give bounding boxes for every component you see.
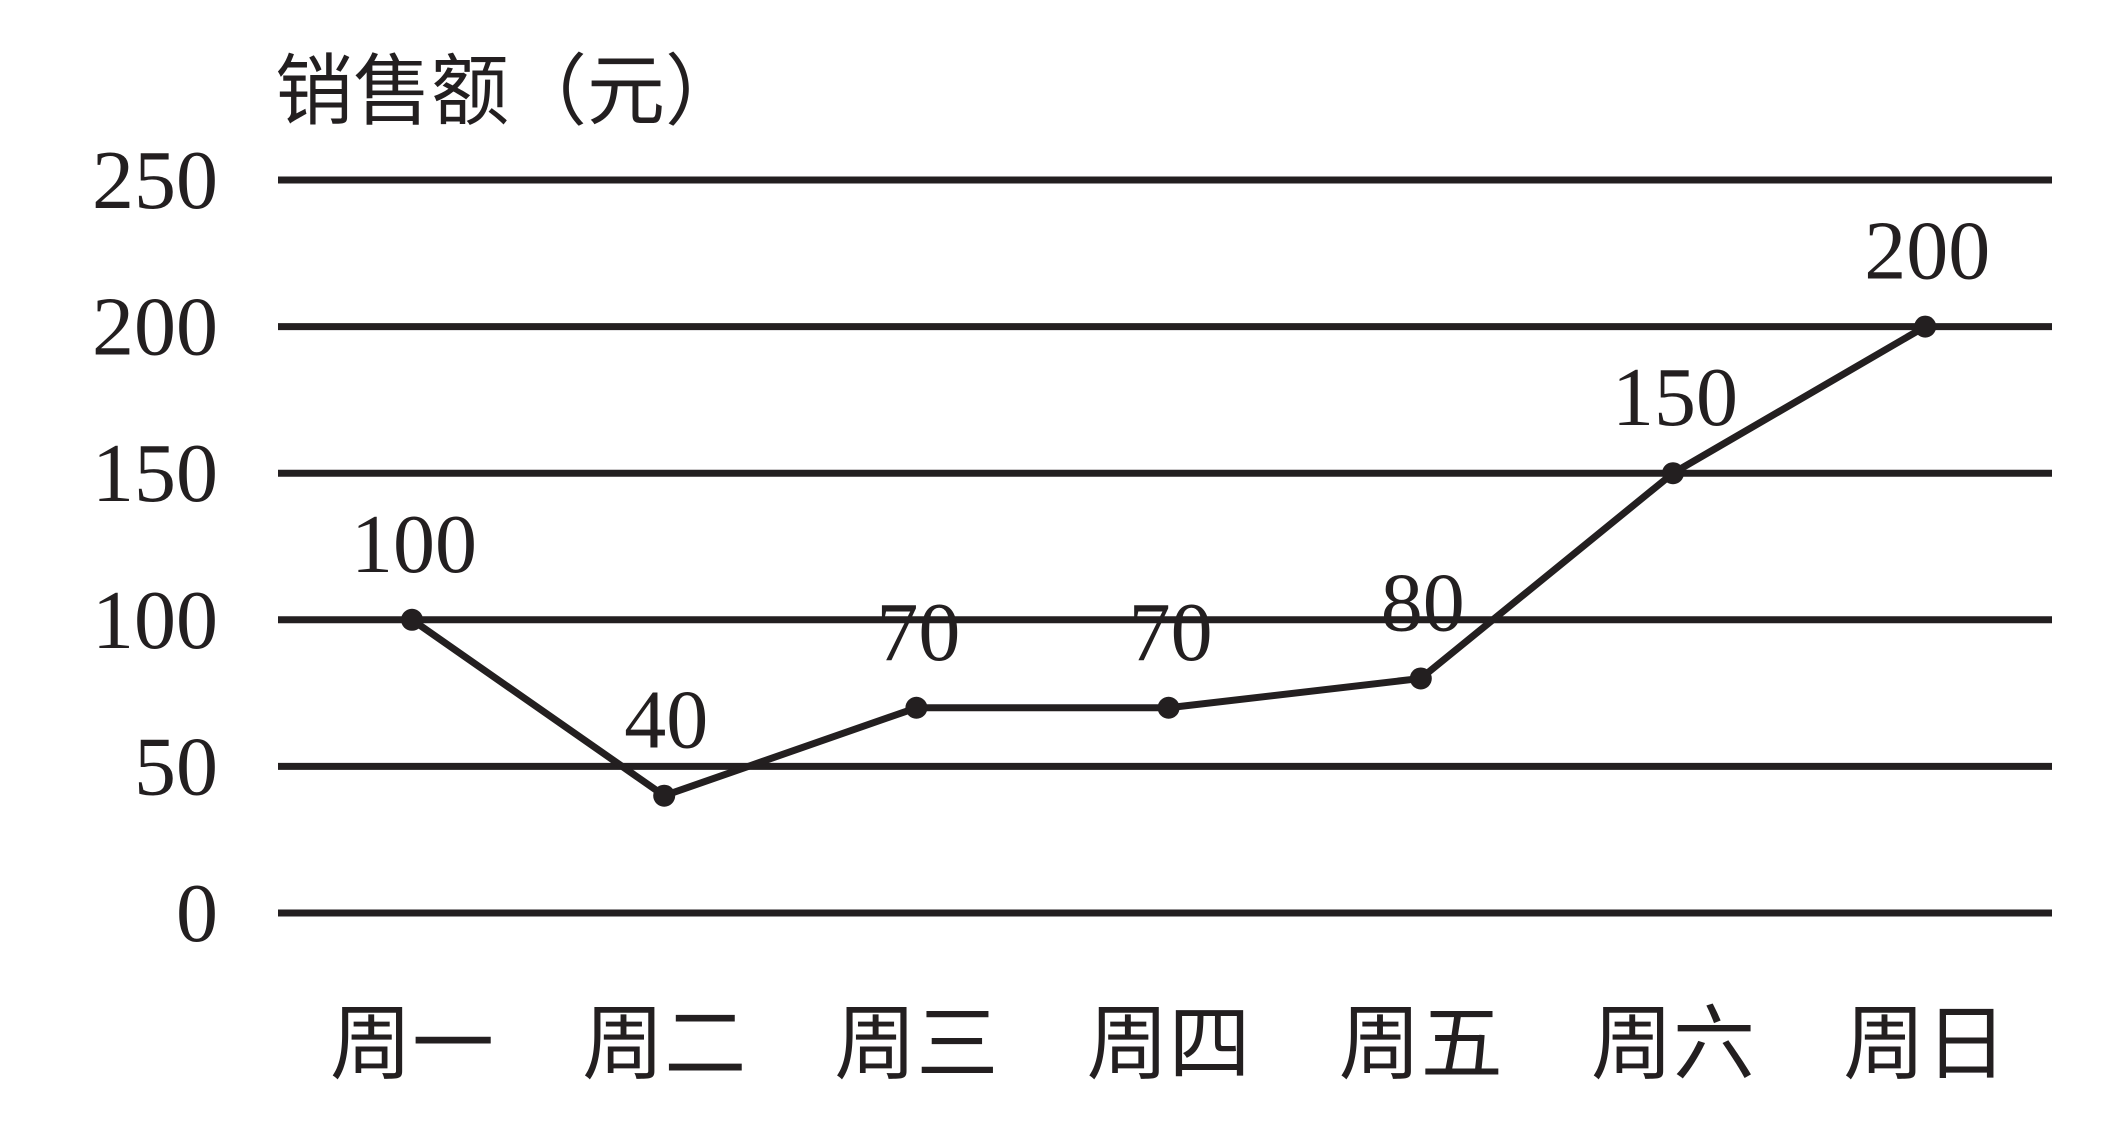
x-tick-label: 周日 — [1843, 997, 2007, 1092]
y-tick-label: 0 — [176, 867, 218, 960]
data-point — [653, 784, 676, 807]
data-label: 80 — [1381, 556, 1465, 649]
data-label: 40 — [624, 674, 708, 767]
data-label: 200 — [1864, 205, 1990, 298]
y-tick-label: 50 — [134, 720, 218, 813]
x-tick-label: 周一 — [330, 997, 494, 1092]
data-point — [1409, 667, 1432, 690]
y-tick-labels: 0 50 100 150 200 250 — [92, 134, 218, 960]
y-tick-label: 250 — [92, 134, 218, 227]
data-label: 100 — [351, 498, 477, 591]
data-point — [1914, 315, 1937, 338]
x-tick-labels: 周一 周二 周三 周四 周五 周六 周日 — [330, 997, 2007, 1092]
y-tick-label: 200 — [92, 281, 218, 374]
data-label: 70 — [1129, 586, 1213, 679]
y-axis-title: 销售额（元） — [275, 47, 743, 137]
data-point — [1157, 696, 1180, 719]
x-tick-label: 周三 — [834, 997, 998, 1092]
line-chart: 销售额（元） 0 50 100 150 200 250 周一 周二 周三 周四 周五 周六 周日 10… — [92, 47, 2052, 1092]
y-tick-label: 100 — [92, 574, 218, 667]
y-tick-label: 150 — [92, 427, 218, 520]
x-tick-label: 周五 — [1339, 997, 1503, 1092]
data-labels: 100 40 70 70 80 150 200 — [351, 205, 1990, 767]
data-label: 150 — [1612, 351, 1738, 444]
x-tick-label: 周六 — [1591, 997, 1755, 1092]
data-point — [1662, 462, 1684, 485]
gridlines — [278, 176, 2052, 917]
data-label: 70 — [876, 586, 960, 679]
data-point — [401, 608, 423, 631]
x-tick-label: 周二 — [582, 997, 746, 1092]
data-point — [905, 696, 928, 719]
x-tick-label: 周四 — [1087, 997, 1251, 1092]
